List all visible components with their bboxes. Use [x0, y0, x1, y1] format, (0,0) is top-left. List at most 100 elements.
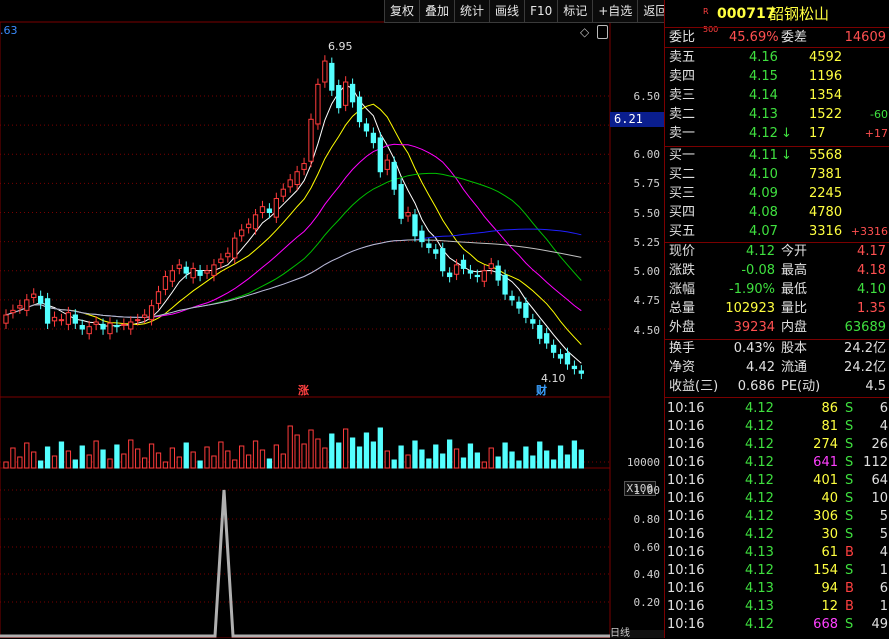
volume-bar: [280, 453, 286, 469]
cai-marker[interactable]: 财: [536, 382, 547, 398]
order-ratio-row: 委比 45.69% 委差 14609: [665, 29, 889, 47]
fundamental-value: 24.2亿: [844, 341, 886, 356]
order-ratio-label: 委比: [669, 30, 696, 45]
candle-body: [440, 248, 446, 272]
volume-bar: [294, 434, 300, 469]
volume-bar: [544, 450, 550, 469]
candle-body: [252, 214, 259, 230]
tick-count: 4: [879, 545, 888, 560]
volume-bar: [440, 453, 446, 469]
volume-bar: [259, 449, 266, 469]
candle-body: [121, 323, 127, 326]
toolbar-button-mark[interactable]: 标记: [557, 0, 592, 22]
quote-value: -0.08: [741, 263, 775, 278]
quote-label: 总量: [669, 301, 696, 316]
fundamental-value: 0.43%: [733, 341, 775, 356]
volume-tick: 10000: [626, 456, 660, 469]
tick-row: 10:16 4.13 61 B 4: [665, 544, 889, 562]
volume-bar: [107, 458, 113, 469]
candle-body: [273, 198, 279, 218]
candle-body: [384, 159, 390, 170]
quote-row: 外盘 39234 内盘 63689: [665, 319, 889, 337]
candle-body: [259, 206, 266, 214]
kline-chart[interactable]: [0, 0, 664, 638]
zhang-marker[interactable]: 涨: [298, 382, 309, 398]
tick-side: S: [845, 509, 854, 524]
toolbar-button-overlay[interactable]: 叠加: [419, 0, 454, 22]
candle-body: [79, 325, 85, 330]
volume-bar: [405, 454, 411, 469]
tick-time: 10:16: [667, 401, 705, 416]
volume-bar: [557, 445, 564, 469]
ask-change: +17: [864, 127, 888, 140]
toolbar-button-fuquan[interactable]: 复权: [385, 0, 419, 22]
quote-row: 涨跌 -0.08 最高 4.18: [665, 262, 889, 280]
order-ratio-value: 45.69%: [729, 30, 779, 45]
candle-body: [114, 325, 120, 328]
price-tick: 5.25: [633, 236, 661, 249]
period-tab[interactable]: 日线: [610, 629, 664, 639]
tick-side: S: [845, 437, 854, 452]
quote-panel: R 500 000717 韶钢松山 委比 45.69% 委差 14609 卖五 4.…: [664, 0, 889, 638]
volume-bar: [509, 451, 515, 469]
bid-volume: 2245: [809, 186, 843, 201]
volume-bar: [204, 446, 210, 469]
tick-price: 4.13: [745, 599, 774, 614]
tick-side: S: [845, 563, 854, 578]
volume-bar: [578, 449, 584, 469]
volume-bar: [315, 438, 321, 469]
tick-volume: 12: [821, 599, 838, 614]
price-tick: 4.75: [633, 294, 661, 307]
ask-row: 卖四 4.15 1196: [665, 68, 889, 86]
toolbar-button-add-watchlist[interactable]: +自选: [592, 0, 637, 22]
quote-label: 最低: [781, 282, 808, 297]
tick-row: 10:16 4.12 641 S 112: [665, 454, 889, 472]
candle-body: [190, 267, 196, 279]
volume-bar: [266, 458, 273, 469]
bid-row: 买五 4.07 3316 +3316: [665, 223, 889, 241]
tick-row: 10:16 4.12 86 S 6: [665, 400, 889, 418]
bid-row: 买四 4.08 4780: [665, 204, 889, 222]
volume-bar: [488, 447, 494, 469]
candle-body: [322, 60, 328, 83]
toolbar-button-stats[interactable]: 统计: [454, 0, 489, 22]
tick-price: 4.12: [745, 527, 774, 542]
tick-row: 10:16 4.12 30 S 5: [665, 526, 889, 544]
candle-body: [232, 237, 238, 259]
candle-body: [537, 325, 543, 339]
volume-bar: [481, 461, 487, 469]
tick-price: 4.12: [745, 509, 774, 524]
tick-volume: 668: [813, 617, 838, 632]
candle-body: [169, 270, 176, 282]
volume-bar: [211, 455, 217, 469]
volume-bar: [550, 459, 557, 469]
current-price-tag: 6.21: [610, 112, 666, 127]
bid-row: 买三 4.09 2245: [665, 185, 889, 203]
volume-bar: [322, 447, 328, 469]
toolbar-button-draw[interactable]: 画线: [489, 0, 524, 22]
bid-change: +3316: [850, 225, 888, 238]
candle-body: [294, 171, 300, 186]
candle-body: [266, 208, 273, 214]
volume-bar: [537, 441, 543, 469]
candle-body: [10, 309, 16, 314]
tick-side: B: [845, 545, 854, 560]
candle-body: [460, 259, 467, 269]
candle-body: [51, 316, 58, 322]
stock-code: 000717: [717, 6, 776, 22]
volume-bar: [51, 455, 58, 469]
volume-bar: [93, 440, 99, 469]
ma30-line: [5, 172, 582, 318]
fundamental-label: 收益(三): [669, 379, 719, 394]
scroll-toggle-icon[interactable]: [597, 25, 608, 39]
quote-value: 4.17: [857, 244, 886, 259]
candle-body: [523, 302, 529, 318]
toolbar-button-f10[interactable]: F10: [524, 0, 557, 22]
tick-count: 112: [863, 455, 888, 470]
fundamental-value: 4.42: [746, 360, 775, 375]
stock-name: 韶钢松山: [769, 5, 830, 23]
tick-volume: 40: [821, 491, 838, 506]
diamond-icon[interactable]: ◇: [580, 25, 589, 39]
quote-label: 涨跌: [669, 263, 696, 278]
volume-bar: [218, 441, 224, 469]
